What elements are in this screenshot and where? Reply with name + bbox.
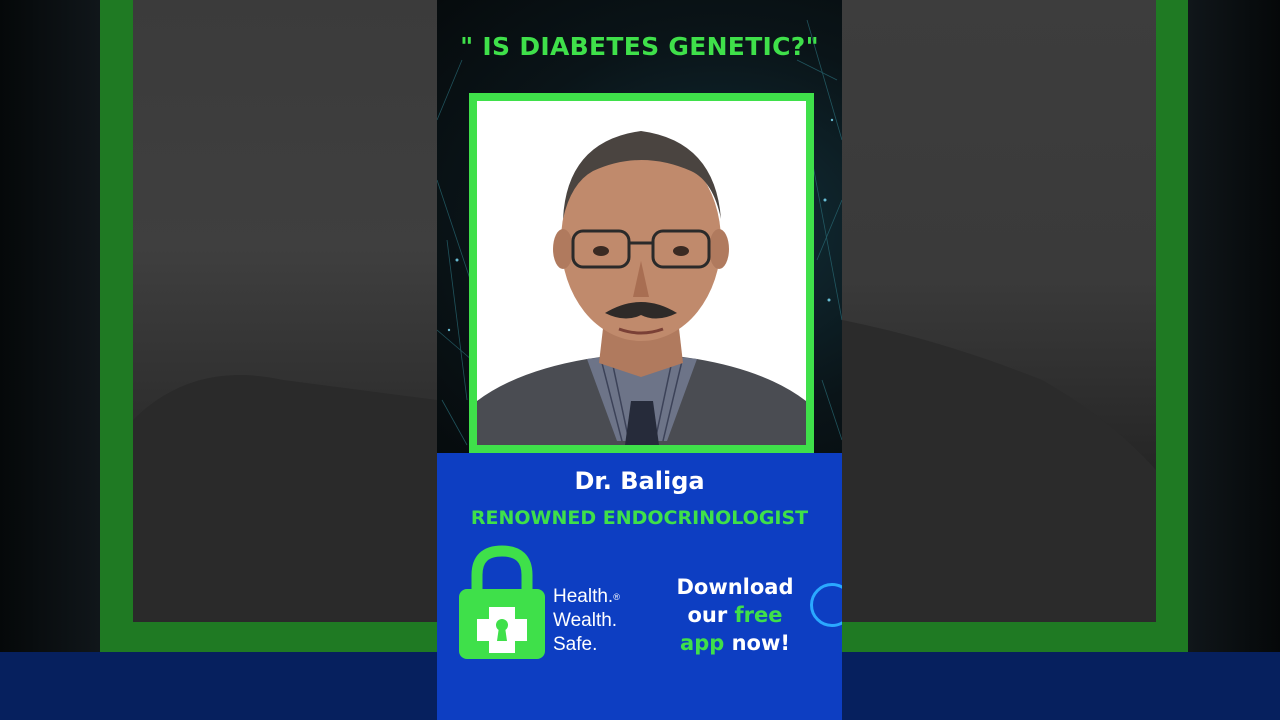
presenter-name: Dr. Baliga — [574, 467, 705, 495]
presenter-photo — [477, 101, 806, 445]
brand-tagline-line2: Wealth. — [553, 610, 618, 631]
brand-tagline: Health.® Wealth. Safe. — [553, 585, 620, 657]
brand-tagline-line1: Health. — [553, 586, 614, 607]
presenter-info-panel: Dr. Baliga RENOWNED ENDOCRINOLOGIST Heal… — [437, 453, 842, 720]
cta-line2-prefix: our — [687, 603, 735, 627]
video-card: " IS DIABETES GENETIC?" Dr. Baliga RENOW… — [437, 0, 842, 720]
background-edge-right — [1188, 0, 1280, 652]
blurred-figure-right — [842, 320, 1156, 622]
background-edge-left — [0, 0, 100, 652]
registered-mark: ® — [613, 592, 620, 602]
ring-graphic — [810, 583, 842, 627]
cta-line2-highlight: free — [734, 603, 783, 627]
presenter-photo-frame — [469, 93, 814, 453]
brand-tagline-line3: Safe. — [553, 634, 598, 655]
cta-line3-suffix: now! — [724, 631, 790, 655]
cta-line1: Download — [676, 575, 794, 599]
blurred-figure-left — [133, 375, 437, 622]
padlock-cross-icon — [459, 545, 545, 659]
video-headline: " IS DIABETES GENETIC?" — [460, 32, 819, 61]
cta-line3-highlight: app — [680, 631, 725, 655]
presenter-portrait — [477, 131, 806, 445]
background-blurred-photo-left — [133, 0, 437, 622]
download-app-cta[interactable]: Download our free app now! — [659, 573, 811, 657]
background-blurred-photo-right — [842, 0, 1156, 622]
presenter-title: RENOWNED ENDOCRINOLOGIST — [470, 507, 809, 529]
